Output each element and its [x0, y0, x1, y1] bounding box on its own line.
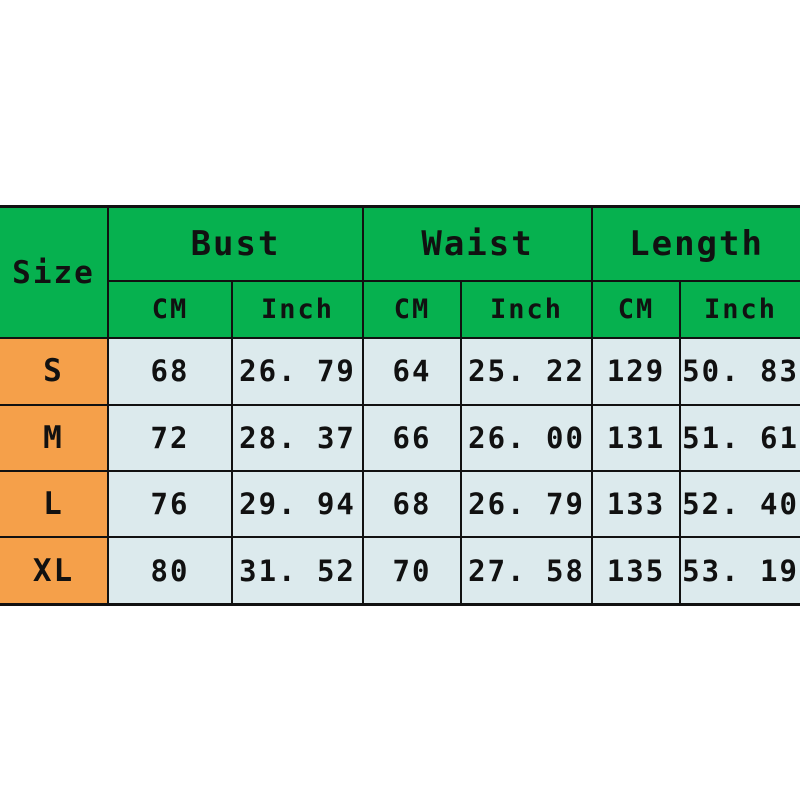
unit-header-waist-inch: Inch: [460, 279, 594, 340]
table-row: M 72 28. 37 66 26. 00 131 51. 61: [0, 403, 800, 472]
cell-size: M: [0, 403, 109, 472]
cell-bust-cm: 68: [107, 337, 233, 406]
cell-bust-inch: 28. 37: [230, 403, 365, 472]
cell-waist-inch: 26. 00: [460, 403, 594, 472]
cell-length-cm: 133: [591, 469, 682, 539]
table-row: XL 80 31. 52 70 27. 58 135 53. 19: [0, 536, 800, 606]
header-row-units: CM Inch CM Inch CM Inch: [0, 279, 800, 340]
unit-header-bust-cm: CM: [108, 279, 233, 340]
column-header-waist: Waist: [362, 205, 594, 282]
cell-bust-inch: 31. 52: [230, 536, 365, 606]
cell-length-inch: 51. 61: [679, 403, 800, 472]
cell-bust-cm: 76: [107, 469, 233, 539]
column-header-bust: Bust: [106, 205, 365, 282]
cell-length-cm: 135: [591, 536, 682, 606]
cell-bust-inch: 29. 94: [230, 469, 365, 539]
unit-header-length-cm: CM: [591, 279, 682, 340]
cell-waist-cm: 64: [362, 337, 463, 406]
cell-size: XL: [0, 536, 109, 606]
unit-header-waist-cm: CM: [362, 279, 463, 340]
cell-bust-inch: 26. 79: [230, 337, 365, 406]
cell-waist-inch: 25. 22: [460, 337, 594, 406]
cell-waist-inch: 26. 79: [460, 469, 594, 539]
unit-header-bust-inch: Inch: [230, 279, 365, 340]
cell-bust-cm: 72: [107, 403, 233, 472]
column-header-size: Size: [0, 205, 109, 340]
cell-size: S: [0, 337, 109, 406]
cell-length-cm: 129: [591, 337, 682, 406]
cell-length-inch: 53. 19: [679, 536, 800, 606]
header-row-groups: Size Bust Waist Length: [0, 205, 800, 340]
cell-waist-inch: 27. 58: [460, 536, 594, 606]
unit-header-length-inch: Inch: [679, 279, 800, 340]
cell-bust-cm: 80: [107, 536, 233, 606]
table-row: S 68 26. 79 64 25. 22 129 50. 83: [0, 337, 800, 406]
cell-waist-cm: 66: [362, 403, 463, 472]
cell-length-inch: 50. 83: [679, 337, 800, 406]
cell-size: L: [0, 469, 109, 539]
cell-length-cm: 131: [591, 403, 682, 472]
table-row: L 76 29. 94 68 26. 79 133 52. 40: [0, 469, 800, 539]
cell-waist-cm: 70: [362, 536, 463, 606]
size-chart: Size Bust Waist Length CM Inch CM Inch C…: [0, 205, 800, 606]
size-chart-table: Size Bust Waist Length CM Inch CM Inch C…: [0, 205, 800, 606]
cell-waist-cm: 68: [362, 469, 463, 539]
cell-length-inch: 52. 40: [679, 469, 800, 539]
column-header-length: Length: [591, 205, 800, 282]
